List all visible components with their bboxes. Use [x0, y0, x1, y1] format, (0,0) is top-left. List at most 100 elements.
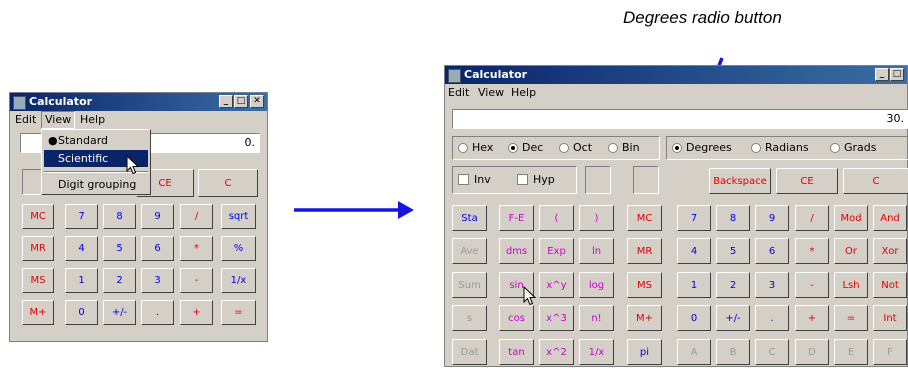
add-button[interactable]: +: [795, 305, 829, 331]
ms-button[interactable]: MS: [627, 272, 662, 298]
hex-b-button[interactable]: B: [716, 339, 750, 365]
menu-item-digit-grouping[interactable]: Digit grouping: [44, 176, 148, 193]
digit-7-button[interactable]: 7: [677, 205, 711, 231]
digit-8-button[interactable]: 8: [716, 205, 750, 231]
mr-button[interactable]: MR: [627, 238, 662, 264]
close-icon[interactable]: ✕: [250, 95, 264, 108]
subtract-button[interactable]: -: [180, 268, 213, 293]
digit-6-button[interactable]: 6: [141, 236, 174, 261]
decimal-button[interactable]: .: [755, 305, 789, 331]
s-button[interactable]: s: [452, 305, 487, 331]
maximize-icon[interactable]: □: [890, 68, 904, 81]
digit-5-button[interactable]: 5: [103, 236, 136, 261]
menu-help[interactable]: Help: [80, 111, 105, 129]
radio-oct[interactable]: [559, 143, 569, 153]
multiply-button[interactable]: *: [795, 238, 829, 264]
and-button[interactable]: And: [873, 205, 907, 231]
checkbox-inv[interactable]: [458, 174, 469, 185]
dms-button[interactable]: dms: [499, 238, 534, 264]
ln-button[interactable]: ln: [579, 238, 614, 264]
reciprocal-button[interactable]: 1/x: [579, 339, 614, 365]
sum-button[interactable]: Sum: [452, 272, 487, 298]
fe-button[interactable]: F-E: [499, 205, 534, 231]
checkbox-hyp[interactable]: [517, 174, 528, 185]
hex-f-button[interactable]: F: [873, 339, 907, 365]
c-button[interactable]: C: [198, 169, 258, 197]
menu-edit[interactable]: Edit: [448, 84, 469, 102]
decimal-button[interactable]: .: [141, 300, 174, 325]
multiply-button[interactable]: *: [180, 236, 213, 261]
digit-7-button[interactable]: 7: [65, 204, 98, 229]
divide-button[interactable]: /: [795, 205, 829, 231]
digit-5-button[interactable]: 5: [716, 238, 750, 264]
x-squared-button[interactable]: x^2: [539, 339, 574, 365]
ce-button[interactable]: CE: [776, 168, 838, 194]
dat-button[interactable]: Dat: [452, 339, 487, 365]
sqrt-button[interactable]: sqrt: [221, 204, 256, 229]
factorial-button[interactable]: n!: [579, 305, 614, 331]
open-paren-button[interactable]: (: [539, 205, 574, 231]
ave-button[interactable]: Ave: [452, 238, 487, 264]
minimize-icon[interactable]: _: [219, 95, 233, 108]
digit-6-button[interactable]: 6: [755, 238, 789, 264]
digit-1-button[interactable]: 1: [677, 272, 711, 298]
digit-2-button[interactable]: 2: [103, 268, 136, 293]
radio-radians[interactable]: [751, 143, 761, 153]
reciprocal-button[interactable]: 1/x: [221, 268, 256, 293]
pi-button[interactable]: pi: [627, 339, 662, 365]
digit-0-button[interactable]: 0: [677, 305, 711, 331]
hex-e-button[interactable]: E: [834, 339, 868, 365]
digit-2-button[interactable]: 2: [716, 272, 750, 298]
menu-help[interactable]: Help: [511, 84, 536, 102]
ms-button[interactable]: MS: [22, 268, 54, 293]
c-button[interactable]: C: [843, 168, 908, 194]
percent-button[interactable]: %: [221, 236, 256, 261]
digit-8-button[interactable]: 8: [103, 204, 136, 229]
x-cubed-button[interactable]: x^3: [539, 305, 574, 331]
radio-degrees[interactable]: [672, 143, 682, 153]
tan-button[interactable]: tan: [499, 339, 534, 365]
not-button[interactable]: Not: [873, 272, 907, 298]
hex-c-button[interactable]: C: [755, 339, 789, 365]
menu-view[interactable]: View: [41, 111, 76, 129]
equals-button[interactable]: =: [834, 305, 868, 331]
hex-a-button[interactable]: A: [677, 339, 711, 365]
int-button[interactable]: Int: [873, 305, 907, 331]
log-button[interactable]: log: [579, 272, 614, 298]
add-button[interactable]: +: [180, 300, 213, 325]
digit-0-button[interactable]: 0: [65, 300, 98, 325]
negate-button[interactable]: +/-: [103, 300, 136, 325]
menu-edit[interactable]: Edit: [15, 111, 36, 129]
maximize-icon[interactable]: □: [234, 95, 248, 108]
divide-button[interactable]: /: [180, 204, 213, 229]
menu-view[interactable]: View: [478, 84, 504, 102]
radio-grads[interactable]: [830, 143, 840, 153]
radio-bin[interactable]: [608, 143, 618, 153]
digit-1-button[interactable]: 1: [65, 268, 98, 293]
x-pow-y-button[interactable]: x^y: [539, 272, 574, 298]
radio-dec[interactable]: [508, 143, 518, 153]
digit-4-button[interactable]: 4: [677, 238, 711, 264]
cos-button[interactable]: cos: [499, 305, 534, 331]
subtract-button[interactable]: -: [795, 272, 829, 298]
m-plus-button[interactable]: M+: [627, 305, 662, 331]
equals-button[interactable]: =: [221, 300, 256, 325]
mc-button[interactable]: MC: [627, 205, 662, 231]
mc-button[interactable]: MC: [22, 204, 54, 229]
m-plus-button[interactable]: M+: [22, 300, 54, 325]
digit-4-button[interactable]: 4: [65, 236, 98, 261]
menu-item-standard[interactable]: ● Standard: [44, 132, 148, 149]
sta-button[interactable]: Sta: [452, 205, 487, 231]
lsh-button[interactable]: Lsh: [834, 272, 868, 298]
negate-button[interactable]: +/-: [716, 305, 750, 331]
close-paren-button[interactable]: ): [579, 205, 614, 231]
digit-9-button[interactable]: 9: [141, 204, 174, 229]
backspace-button[interactable]: Backspace: [709, 168, 771, 194]
digit-3-button[interactable]: 3: [141, 268, 174, 293]
mod-button[interactable]: Mod: [834, 205, 868, 231]
mr-button[interactable]: MR: [22, 236, 54, 261]
minimize-icon[interactable]: _: [875, 68, 889, 81]
radio-hex[interactable]: [458, 143, 468, 153]
digit-3-button[interactable]: 3: [755, 272, 789, 298]
exp-button[interactable]: Exp: [539, 238, 574, 264]
